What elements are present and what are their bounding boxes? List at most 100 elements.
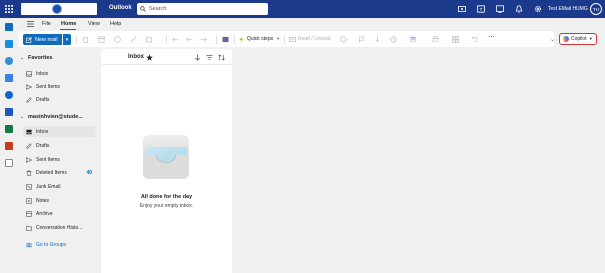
account-header[interactable]: ⌄ masinhvien@stude... [18,114,83,120]
ribbon-divider [76,35,77,44]
send-icon [26,83,32,90]
compose-icon [26,36,32,43]
favorites-label: Favorites [28,55,53,61]
reply-all-icon[interactable] [186,36,193,43]
reading-pane [234,49,605,273]
ribbon-divider [166,35,167,44]
copilot-button[interactable]: Copilot ▾ [559,33,597,45]
filter-icon[interactable] [206,54,213,61]
teams-chat-icon[interactable]: T [476,4,486,14]
more-options-icon[interactable]: ⋯ [488,33,495,41]
folder-label: Deleted Items [36,169,67,176]
groups-icon [26,242,32,247]
folder-inbox[interactable]: Inbox [23,126,95,137]
folder-label: Drafts [36,96,50,103]
waffle-icon[interactable] [0,0,18,18]
apps-icon[interactable] [5,159,13,167]
favorite-inbox[interactable]: Inbox [23,68,95,79]
new-mail-button[interactable]: New mail [23,34,62,45]
print-icon[interactable] [432,36,439,43]
folder-deleted-items[interactable]: Deleted Items 40 [23,167,95,178]
folder-conversation-history[interactable]: Conversation Histo... [23,222,95,233]
user-name[interactable]: Test EMail HUMG [548,6,588,12]
chevron-down-icon: ⌄ [20,55,24,60]
categorize-icon[interactable] [410,36,417,43]
chevron-down-icon: ▾ [65,36,69,43]
onedrive-icon[interactable] [5,91,13,99]
favorite-sent-items[interactable]: Sent Items [23,81,95,92]
sort-icon[interactable] [218,54,225,61]
excel-icon[interactable] [5,125,13,133]
tab-view[interactable]: View [88,21,100,27]
search-icon [140,6,146,12]
meet-now-icon[interactable] [457,4,467,14]
send-icon [26,156,32,163]
lightning-icon[interactable] [238,36,245,43]
ribbon-divider [234,35,235,44]
quick-steps-button[interactable]: Quick steps [247,36,273,42]
settings-icon[interactable] [533,4,543,14]
archive-icon[interactable] [98,36,105,43]
bell-icon[interactable] [514,4,524,14]
pin-icon[interactable] [374,36,381,43]
organization-logo[interactable] [21,3,97,15]
go-to-groups-link[interactable]: Go to Groups [23,239,95,250]
forward-icon[interactable] [200,36,207,43]
hamburger-icon[interactable] [27,21,34,27]
quick-steps-dropdown[interactable]: ▾ [277,36,279,42]
envelope-icon[interactable] [289,36,296,43]
tag-icon[interactable] [340,36,347,43]
ribbon-toolbar: New mail ▾ Quick steps ▾ Read / Unread ⋯ [18,31,554,47]
new-mail-dropdown[interactable]: ▾ [63,34,71,45]
tab-help[interactable]: Help [110,21,121,27]
message-list: Inbox All done for the day Enjoy your em… [101,49,232,273]
active-tab-indicator [60,29,76,31]
favorites-header[interactable]: ⌄ Favorites [18,55,52,61]
powerpoint-icon[interactable] [5,142,13,150]
mail-icon[interactable] [5,23,13,31]
read-unread-button[interactable]: Read / Unread [298,36,331,42]
calendar-icon[interactable] [5,40,13,48]
folder-junk-email[interactable]: Junk Email [23,181,95,192]
chevron-down-icon: ⌄ [20,114,24,119]
todo-icon[interactable] [5,74,13,82]
folder-archive[interactable]: Archive [23,208,95,219]
search-input[interactable]: Search [137,3,268,15]
snooze-icon[interactable] [390,36,397,43]
trash-icon [26,169,32,176]
tab-file[interactable]: File [42,21,51,27]
report-icon[interactable] [114,36,121,43]
app-rail [0,18,18,273]
favorite-drafts[interactable]: Drafts [23,94,95,105]
tab-home[interactable]: Home [61,21,76,27]
ribbon-tabs: File Home View Help [18,18,605,31]
empty-state-subtitle: Enjoy your empty inbox. [139,203,194,209]
jump-to-icon[interactable] [194,54,201,61]
undo-icon[interactable] [471,36,478,43]
unread-count: 40 [86,169,92,176]
whiteboard-icon[interactable] [495,4,505,14]
word-icon[interactable] [5,108,13,116]
delete-icon[interactable] [82,36,89,43]
junk-icon [26,183,32,190]
teams-share-icon[interactable] [222,36,229,43]
app-title[interactable]: Outlook [109,5,132,11]
folder-sent-items[interactable]: Sent Items [23,154,95,165]
folder-label: Sent Items [36,83,60,90]
sweep-icon[interactable] [130,36,137,43]
search-placeholder: Search [149,6,167,12]
grid-view-icon[interactable] [452,36,459,43]
folder-label: Conversation Histo... [36,224,83,231]
new-mail-label: New mail [35,36,58,43]
flag-icon[interactable] [358,36,365,43]
folder-notes[interactable]: Notes [23,195,95,206]
avatar[interactable]: TH [590,3,602,15]
collapse-ribbon-icon[interactable]: ⌄ [550,36,555,43]
folder-drafts[interactable]: Drafts [23,140,95,151]
star-favorite-icon[interactable] [146,54,153,61]
ribbon-divider [216,35,217,44]
reply-icon[interactable] [172,36,179,43]
move-to-icon[interactable] [146,36,153,43]
chevron-down-icon: ▾ [589,36,592,41]
people-icon[interactable] [5,57,13,65]
